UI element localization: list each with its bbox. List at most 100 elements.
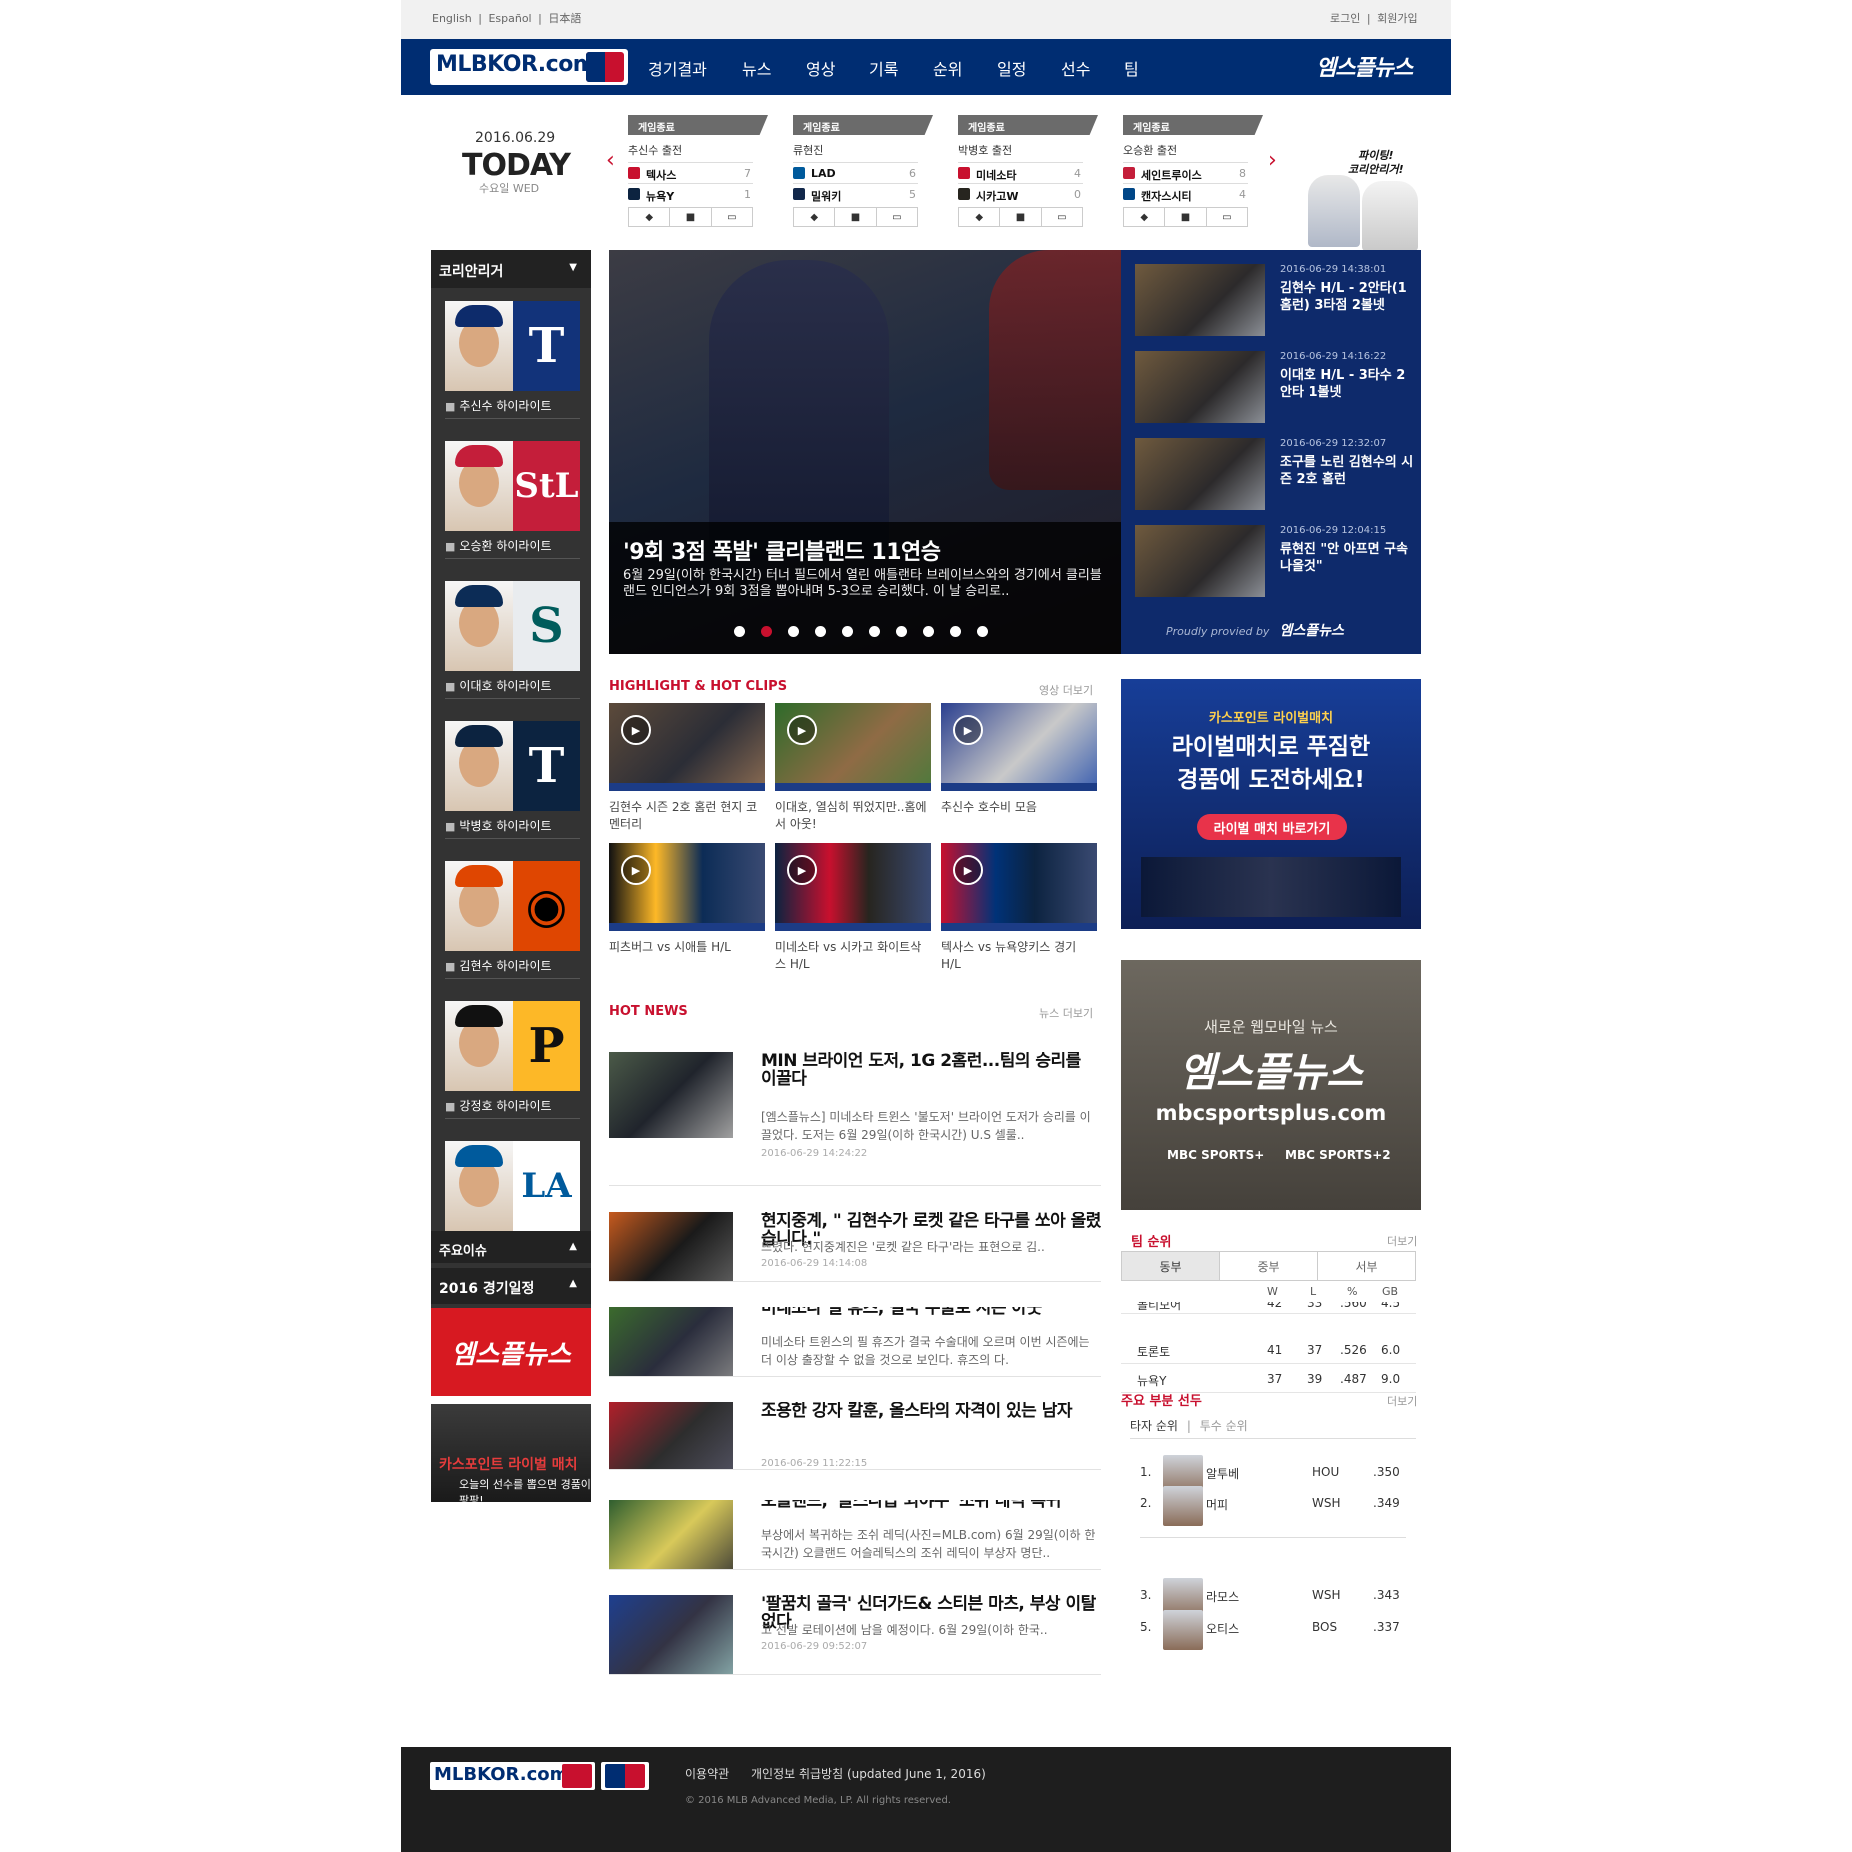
korean-player-card[interactable]: S — [445, 581, 580, 671]
tab-east[interactable]: 동부 — [1122, 1252, 1220, 1280]
video-camera-icon[interactable]: ■ — [670, 208, 712, 226]
game-card[interactable]: 게임종료 추신수 출전 텍사스 7 뉴욕Y 1 ◆ ■ ▭ — [628, 115, 768, 230]
play-icon[interactable]: ▶ — [953, 855, 983, 885]
monitor-icon[interactable]: ▭ — [1207, 208, 1247, 226]
nav-item-video[interactable]: 영상 — [806, 56, 835, 80]
rival-match-ad[interactable]: 카스포인트 라이벌매치 라이벌매치로 푸짐한 경품에 도전하세요! 라이벌 매치… — [1121, 679, 1421, 929]
field-icon[interactable]: ◆ — [629, 208, 671, 226]
mbc-sports-news-logo[interactable]: 엠스플뉴스 — [1316, 50, 1413, 82]
nav-item-players[interactable]: 선수 — [1061, 56, 1090, 80]
news-title[interactable]: MIN 브라이언 도저, 1G 2홈런...팀의 승리를 이끌다 — [761, 1052, 1101, 1088]
play-icon[interactable]: ▶ — [621, 715, 651, 745]
news-item[interactable]: 오클랜드, '올스타급 외야수' 조쉬 레딕 복귀 부상에서 복귀하는 조쉬 레딕… — [609, 1500, 1101, 1570]
tab-central[interactable]: 중부 — [1220, 1252, 1318, 1280]
player-highlight-link[interactable]: ■ 오승환 하이라이트 — [445, 537, 580, 559]
video-clip[interactable]: ▶ 텍사스 vs 뉴욕양키스 경기 H/L — [941, 843, 1097, 981]
slider-dot[interactable] — [761, 626, 772, 637]
slider-dot[interactable] — [896, 626, 907, 637]
join-link[interactable]: 회원가입 — [1377, 12, 1417, 25]
leader-row[interactable]: 5. 오티스 BOS .337 — [1130, 1610, 1410, 1650]
news-title[interactable]: 조용한 강자 칼훈, 올스타의 자격이 있는 남자 — [761, 1402, 1101, 1420]
sidebar-header[interactable]: 코리안리거 ▼ — [431, 250, 591, 288]
slider-dot[interactable] — [923, 626, 934, 637]
news-title[interactable]: 미네소타 필 휴즈, 결국 수술로 시즌 아웃 — [761, 1307, 1101, 1317]
prev-arrow-icon[interactable]: ‹ — [606, 148, 615, 173]
news-item[interactable]: MIN 브라이언 도저, 1G 2홈런...팀의 승리를 이끌다 [엠스플뉴스] … — [609, 1052, 1101, 1186]
video-camera-icon[interactable]: ■ — [1165, 208, 1207, 226]
play-icon[interactable]: ▶ — [621, 855, 651, 885]
news-item[interactable]: 미네소타 필 휴즈, 결국 수술로 시즌 아웃 미네소타 트윈스의 필 휴즈가 결… — [609, 1307, 1101, 1377]
standings-more-link[interactable]: 더보기 — [1387, 1233, 1417, 1249]
terms-link[interactable]: 이용약관 — [685, 1767, 729, 1781]
sidebar-section-schedule[interactable]: 2016 경기일정 ▲ — [431, 1268, 591, 1304]
video-clip[interactable]: ▶ 미네소타 vs 시카고 화이트삭스 H/L — [775, 843, 931, 981]
hero-list-item[interactable]: 2016-06-29 12:04:15 류현진 "안 아프면 구속 나올것" — [1135, 525, 1415, 601]
hero-slider[interactable]: '9회 3점 폭발' 클리블랜드 11연승 6월 29일(이하 한국시간) 터너… — [609, 250, 1121, 654]
play-icon[interactable]: ▶ — [953, 715, 983, 745]
footer-mlb-logo[interactable] — [601, 1762, 649, 1790]
video-camera-icon[interactable]: ■ — [1000, 208, 1042, 226]
video-clip[interactable]: ▶ 피츠버그 vs 시애틀 H/L — [609, 843, 765, 981]
sidebar-ad-mbc[interactable]: 엠스플뉴스 — [431, 1308, 591, 1396]
hero-title[interactable]: '9회 3점 폭발' 클리블랜드 11연승 — [623, 534, 941, 566]
game-card[interactable]: 게임종료 박병호 출전 미네소타 4 시카고W 0 ◆ ■ ▭ — [958, 115, 1098, 230]
leader-row[interactable]: 2. 머피 WSH .349 — [1130, 1486, 1410, 1526]
play-icon[interactable]: ▶ — [787, 855, 817, 885]
game-card[interactable]: 게임종료 오승환 출전 세인트루이스 8 캔자스시티 4 ◆ ■ ▭ — [1123, 115, 1263, 230]
hero-list-item[interactable]: 2016-06-29 14:16:22 이대호 H/L - 3타수 2안타 1볼넷 — [1135, 351, 1415, 427]
video-camera-icon[interactable]: ■ — [835, 208, 877, 226]
monitor-icon[interactable]: ▭ — [877, 208, 917, 226]
player-highlight-link[interactable]: ■ 김현수 하이라이트 — [445, 957, 580, 979]
slider-dot[interactable] — [950, 626, 961, 637]
korean-player-card[interactable]: T — [445, 721, 580, 811]
video-clip[interactable]: ▶ 이대호, 열심히 뛰었지만..홈에서 아웃! — [775, 703, 931, 841]
mbc-sports-ad[interactable]: 새로운 웹모바일 뉴스 엠스플뉴스 mbcsportsplus.com MBC … — [1121, 960, 1421, 1210]
tab-west[interactable]: 서부 — [1318, 1252, 1415, 1280]
lang-espanol[interactable]: Español — [488, 12, 531, 25]
news-item[interactable]: '팔꿈치 골극' 신더가드& 스티븐 마츠, 부상 이탈없다 고 선발 로테이션에… — [609, 1595, 1101, 1675]
nav-item-schedule[interactable]: 일정 — [997, 56, 1026, 80]
field-icon[interactable]: ◆ — [959, 208, 1001, 226]
video-clip[interactable]: ▶ 김현수 시즌 2호 홈런 현지 코멘터리 — [609, 703, 765, 841]
player-highlight-link[interactable]: ■ 추신수 하이라이트 — [445, 397, 580, 419]
video-more-link[interactable]: 영상 더보기 — [1039, 682, 1093, 698]
lang-japanese[interactable]: 日本語 — [548, 12, 581, 25]
slider-dot[interactable] — [734, 626, 745, 637]
leaders-more-link[interactable]: 더보기 — [1387, 1393, 1417, 1409]
news-item[interactable]: 현지중계, " 김현수가 로켓 같은 타구를 쏘아 올렸습니다." 뜨렸다. 현지… — [609, 1212, 1101, 1282]
monitor-icon[interactable]: ▭ — [1042, 208, 1082, 226]
footer-logo[interactable]: MLBKOR.com — [430, 1762, 595, 1790]
leader-row[interactable]: 3. 라모스 WSH .343 — [1130, 1578, 1410, 1618]
lang-english[interactable]: English — [432, 12, 472, 25]
login-link[interactable]: 로그인 — [1330, 12, 1360, 25]
korean-player-card[interactable]: P — [445, 1001, 580, 1091]
privacy-link[interactable]: 개인정보 취급방침 (updated June 1, 2016) — [751, 1767, 986, 1781]
sidebar-ad-cass[interactable]: 카스포인트 라이벌 매치 오늘의 선수를 뽑으면 경품이 팡팡! — [431, 1404, 591, 1507]
sidebar-section-issues[interactable]: 주요이슈 ▲ — [431, 1231, 591, 1263]
slider-dot[interactable] — [842, 626, 853, 637]
nav-item-results[interactable]: 경기결과 — [648, 56, 707, 80]
korean-player-card[interactable]: ◉ — [445, 861, 580, 951]
nav-item-stats[interactable]: 기록 — [869, 56, 898, 80]
news-more-link[interactable]: 뉴스 더보기 — [1039, 1005, 1093, 1021]
tab-pitchers[interactable]: 투수 순위 — [1200, 1419, 1248, 1433]
nav-item-teams[interactable]: 팀 — [1124, 56, 1139, 80]
field-icon[interactable]: ◆ — [1124, 208, 1166, 226]
player-highlight-link[interactable]: ■ 박병호 하이라이트 — [445, 817, 580, 839]
hero-list-item[interactable]: 2016-06-29 14:38:01 김현수 H/L - 2안타(1홈런) 3타… — [1135, 264, 1415, 340]
video-clip[interactable]: ▶ 추신수 호수비 모음 — [941, 703, 1097, 841]
leader-row[interactable]: 1. 알투베 HOU .350 — [1130, 1455, 1410, 1495]
next-arrow-icon[interactable]: › — [1268, 148, 1277, 173]
hero-list-item[interactable]: 2016-06-29 12:32:07 조구를 노린 김현수의 시즌 2호 홈런 — [1135, 438, 1415, 514]
game-card[interactable]: 게임종료 류현진 LAD 6 밀워키 5 ◆ ■ ▭ — [793, 115, 933, 230]
rival-match-button[interactable]: 라이벌 매치 바로가기 — [1197, 814, 1347, 840]
slider-dot[interactable] — [869, 626, 880, 637]
korean-leaguer-promo[interactable]: 파이팅! 코리안리거! — [1300, 145, 1440, 251]
play-icon[interactable]: ▶ — [787, 715, 817, 745]
korean-player-card[interactable]: LA — [445, 1141, 580, 1231]
news-title[interactable]: 오클랜드, '올스타급 외야수' 조쉬 레딕 복귀 — [761, 1500, 1101, 1510]
korean-player-card[interactable]: T — [445, 301, 580, 391]
slider-dot[interactable] — [788, 626, 799, 637]
field-icon[interactable]: ◆ — [794, 208, 836, 226]
slider-dot[interactable] — [977, 626, 988, 637]
